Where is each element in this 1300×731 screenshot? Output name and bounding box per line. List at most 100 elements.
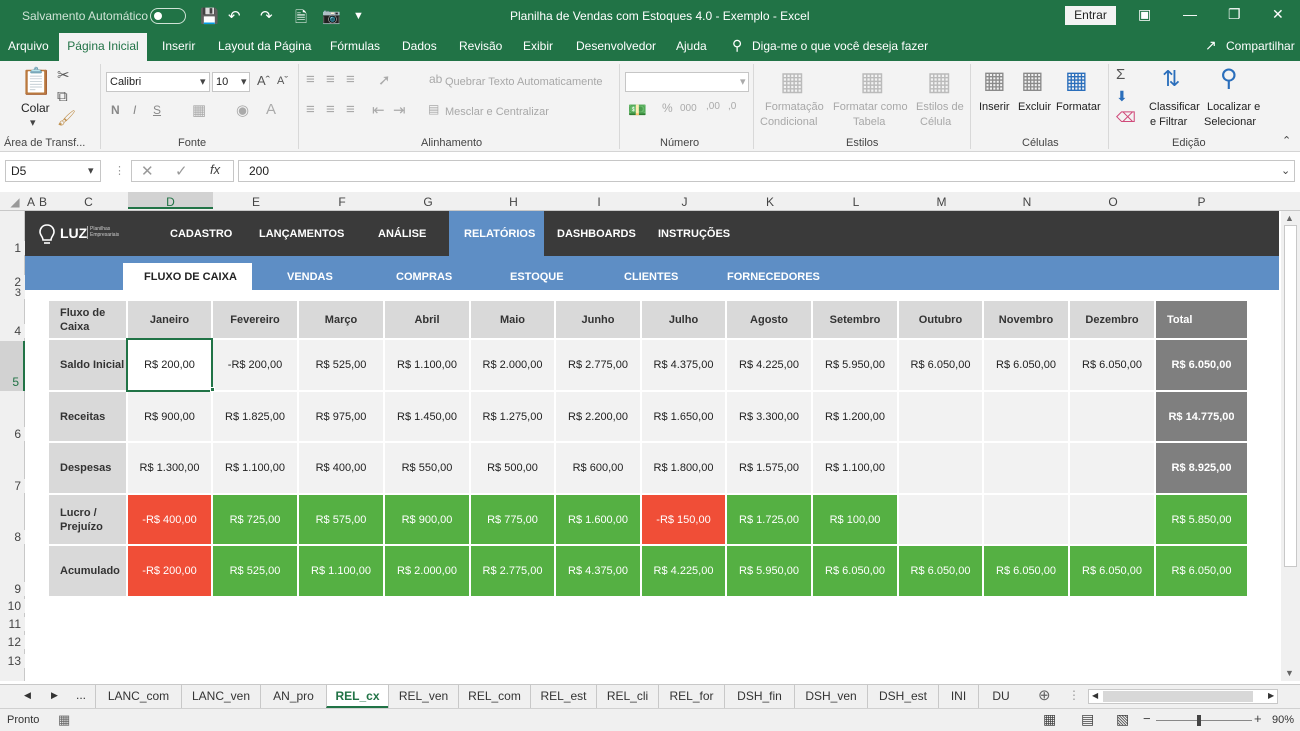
align-right-icon[interactable]: ≡ (346, 101, 355, 118)
tab-dados[interactable]: Dados (402, 39, 437, 53)
share-button[interactable]: Compartilhar (1226, 39, 1295, 53)
table-cell[interactable]: R$ 1.575,00 (727, 443, 811, 493)
table-cell[interactable] (984, 392, 1068, 441)
more-sheets-button[interactable]: ... (76, 688, 86, 702)
italic-button[interactable]: I (133, 103, 136, 117)
table-cell[interactable]: R$ 500,00 (471, 443, 554, 493)
zoom-slider[interactable] (1156, 720, 1252, 721)
table-cell[interactable]: R$ 4.375,00 (556, 546, 640, 596)
table-cell[interactable]: R$ 525,00 (213, 546, 297, 596)
table-cell[interactable]: R$ 2.200,00 (556, 392, 640, 441)
table-cell[interactable]: R$ 5.950,00 (813, 340, 897, 390)
row-header[interactable]: 11 (0, 617, 25, 631)
sheet-tab[interactable]: AN_pro (260, 685, 326, 708)
name-box[interactable]: D5 (5, 160, 101, 182)
signin-button[interactable]: Entrar (1065, 6, 1116, 25)
row-header-selected[interactable]: 5 (0, 341, 25, 391)
merge-center-button[interactable]: Mesclar e Centralizar (445, 106, 549, 118)
row-total[interactable]: R$ 6.050,00 (1156, 546, 1247, 596)
row-header[interactable]: 12 (0, 635, 25, 649)
currency-icon[interactable]: 💵 (628, 101, 647, 119)
table-cell[interactable]: R$ 550,00 (385, 443, 469, 493)
percent-icon[interactable]: % (662, 101, 673, 115)
table-cell[interactable] (899, 392, 982, 441)
customize-toolbar-icon[interactable]: ▼ (353, 10, 364, 22)
subnav-vendas[interactable]: VENDAS (287, 271, 333, 283)
table-cell[interactable]: R$ 900,00 (385, 495, 469, 544)
align-center-icon[interactable]: ≡ (326, 101, 335, 118)
bold-button[interactable]: N (111, 103, 120, 117)
grow-font-icon[interactable]: Aˆ (257, 73, 270, 88)
table-cell[interactable]: R$ 775,00 (471, 495, 554, 544)
zoom-in-icon[interactable]: + (1254, 711, 1262, 726)
table-cell[interactable]: R$ 2.775,00 (556, 340, 640, 390)
orientation-icon[interactable]: ➚ (378, 71, 391, 89)
font-color-icon[interactable]: A (266, 101, 276, 118)
page-layout-view-icon[interactable]: ▤ (1081, 711, 1094, 728)
normal-view-icon[interactable]: ▦ (1043, 711, 1056, 728)
column-header[interactable]: E (213, 195, 299, 209)
table-cell[interactable]: -R$ 150,00 (642, 495, 725, 544)
table-cell[interactable]: R$ 4.375,00 (642, 340, 725, 390)
decrease-indent-icon[interactable]: ⇤ (372, 101, 385, 119)
sheet-tab[interactable]: DU (978, 685, 1023, 708)
column-header[interactable]: J (642, 195, 727, 209)
table-cell[interactable]: R$ 6.050,00 (813, 546, 897, 596)
table-cell[interactable]: -R$ 400,00 (128, 495, 211, 544)
format-painter-icon[interactable]: 🖌 (57, 109, 76, 127)
table-cell[interactable]: R$ 6.050,00 (984, 340, 1068, 390)
nav-analise[interactable]: ANÁLISE (378, 228, 426, 240)
table-cell[interactable]: -R$ 200,00 (128, 546, 211, 596)
row-total[interactable]: R$ 6.050,00 (1156, 340, 1247, 390)
collapse-ribbon-icon[interactable]: ⌃ (1282, 134, 1291, 147)
align-top-icon[interactable]: ≡ (306, 71, 315, 88)
table-cell[interactable]: R$ 1.800,00 (642, 443, 725, 493)
font-name-select[interactable]: Calibri (106, 72, 210, 92)
paste-icon[interactable]: 📋 (20, 66, 52, 97)
column-header[interactable]: G (385, 195, 471, 209)
wrap-text-button[interactable]: Quebrar Texto Automaticamente (445, 76, 603, 88)
column-header[interactable]: L (813, 195, 899, 209)
add-sheet-icon[interactable]: ⊕ (1038, 686, 1051, 704)
scroll-up-icon[interactable]: ▲ (1285, 213, 1294, 223)
tab-exibir[interactable]: Exibir (523, 39, 553, 53)
row-total[interactable]: R$ 8.925,00 (1156, 443, 1247, 493)
number-format-select[interactable] (625, 72, 749, 92)
tab-revisao[interactable]: Revisão (459, 39, 502, 53)
row-total[interactable]: R$ 14.775,00 (1156, 392, 1247, 441)
column-header[interactable]: M (899, 195, 984, 209)
tab-arquivo[interactable]: Arquivo (8, 39, 49, 53)
table-cell[interactable]: R$ 1.600,00 (556, 495, 640, 544)
table-cell[interactable]: R$ 725,00 (213, 495, 297, 544)
conditional-format-button[interactable]: Formatação (765, 101, 824, 113)
row-total[interactable]: R$ 5.850,00 (1156, 495, 1247, 544)
insert-cells-button[interactable]: Inserir (979, 101, 1010, 113)
increase-decimal-icon[interactable]: ,00 (706, 101, 720, 112)
sheet-tab[interactable]: REL_for (658, 685, 724, 708)
sort-filter-button[interactable]: Classificar (1149, 101, 1200, 113)
format-table-button[interactable]: Formatar como (833, 101, 908, 113)
sheet-tab[interactable]: REL_cli (596, 685, 658, 708)
scroll-right-icon[interactable]: ▶ (1268, 691, 1274, 700)
insert-function-icon[interactable]: fx (210, 162, 220, 177)
cut-icon[interactable]: ✂ (57, 66, 70, 84)
tab-ajuda[interactable]: Ajuda (676, 39, 707, 53)
sheet-tab-active[interactable]: REL_cx (326, 685, 388, 708)
table-cell[interactable]: R$ 3.300,00 (727, 392, 811, 441)
table-cell[interactable]: R$ 6.050,00 (899, 546, 982, 596)
format-cells-button[interactable]: Formatar (1056, 101, 1101, 113)
number-format-dropdown-icon[interactable]: ▾ (740, 75, 746, 88)
table-cell[interactable]: R$ 100,00 (813, 495, 897, 544)
table-cell[interactable] (1070, 392, 1154, 441)
sheet-tab[interactable]: REL_est (530, 685, 596, 708)
table-cell[interactable]: R$ 6.050,00 (1070, 340, 1154, 390)
tab-desenvolvedor[interactable]: Desenvolvedor (576, 39, 656, 53)
table-cell[interactable]: R$ 2.000,00 (385, 546, 469, 596)
vertical-scroll-thumb[interactable] (1284, 225, 1297, 567)
column-header[interactable]: B (37, 195, 49, 209)
tab-layout[interactable]: Layout da Página (218, 39, 311, 53)
increase-indent-icon[interactable]: ⇥ (393, 101, 406, 119)
scroll-left-icon[interactable]: ◀ (1092, 691, 1098, 700)
find-select-button[interactable]: Localizar e (1207, 101, 1260, 113)
row-header[interactable]: 13 (0, 654, 25, 668)
